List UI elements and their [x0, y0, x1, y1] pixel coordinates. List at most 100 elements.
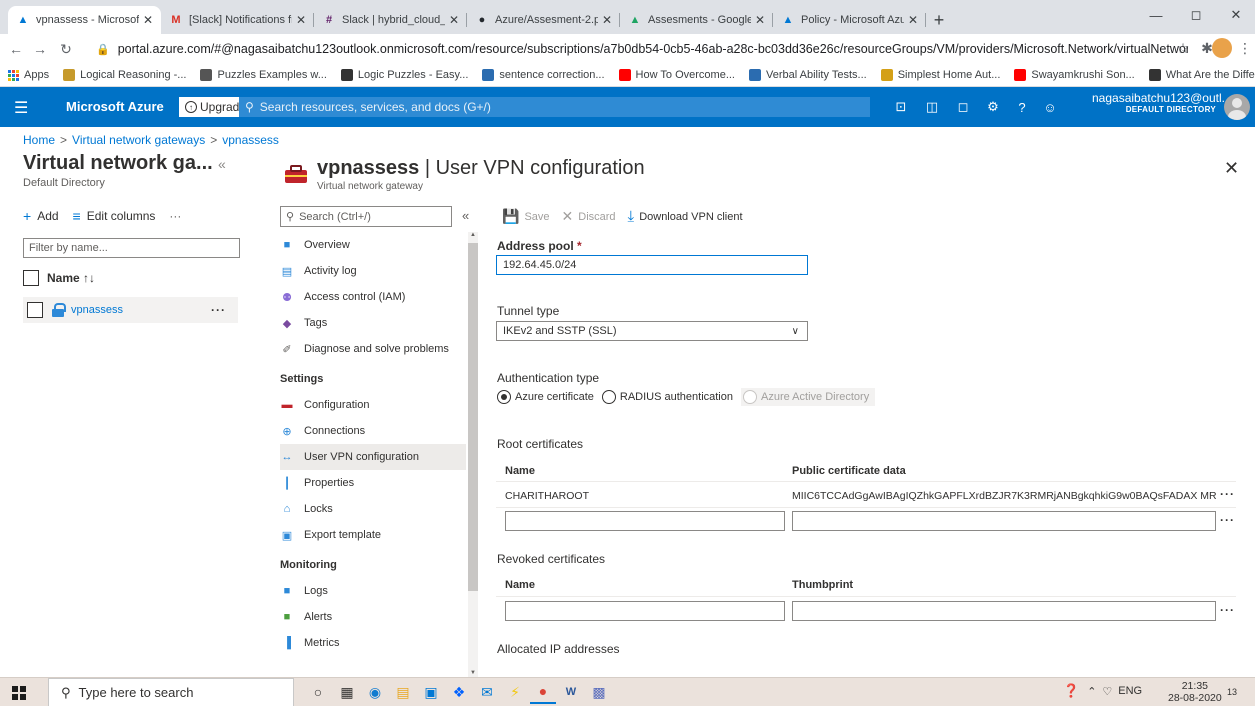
row-more-button[interactable]: ···: [211, 303, 226, 317]
auth-radio-azure-certificate[interactable]: Azure certificate: [497, 390, 594, 404]
profile-avatar[interactable]: [1212, 38, 1232, 58]
browser-tab[interactable]: ● Azure/Assesment-2.pdf at m ✕: [467, 6, 620, 34]
azure-brand[interactable]: Microsoft Azure: [66, 99, 164, 114]
menu-item-properties[interactable]: ┃ Properties: [280, 470, 466, 496]
taskbar-search-input[interactable]: ⚲ Type here to search: [48, 678, 294, 706]
row-checkbox[interactable]: [27, 302, 43, 318]
teams-icon[interactable]: ▩: [588, 682, 610, 702]
bookmark-item[interactable]: What Are the Differ...: [1148, 69, 1255, 81]
save-button[interactable]: 💾 Save: [502, 208, 550, 225]
discard-button[interactable]: ✕ Discard: [562, 208, 616, 225]
tab-close-icon[interactable]: ✕: [143, 13, 153, 27]
menu-search-input[interactable]: ⚲ Search (Ctrl+/): [280, 206, 452, 227]
edge-icon[interactable]: ◉: [364, 682, 386, 702]
bookmark-item[interactable]: Puzzles Examples w...: [200, 69, 327, 81]
download-vpn-client-button[interactable]: ⤓ Download VPN client: [628, 208, 743, 225]
forward-arrow-icon[interactable]: →: [28, 37, 52, 61]
task-view-icon[interactable]: ▦: [336, 682, 358, 702]
notifications-bell-icon[interactable]: ◻: [953, 97, 973, 117]
root-new-row-more-button[interactable]: ···: [1220, 513, 1235, 527]
menu-item-activity-log[interactable]: ▤ Activity log: [280, 258, 466, 284]
browser-tab[interactable]: ▲ Policy - Microsoft Azure ✕: [773, 6, 926, 34]
power-automate-icon[interactable]: ⚡: [504, 682, 526, 702]
back-arrow-icon[interactable]: ←: [4, 37, 28, 61]
menu-item-overview[interactable]: ■ Overview: [280, 232, 466, 258]
more-commands-button[interactable]: ···: [169, 209, 181, 223]
scroll-down-icon[interactable]: ▼: [470, 670, 476, 676]
menu-item-diagnose-and-solve-problems[interactable]: ✐ Diagnose and solve problems: [280, 336, 466, 362]
word-icon[interactable]: W: [560, 682, 582, 702]
bookmark-item[interactable]: Simplest Home Aut...: [880, 69, 1000, 81]
close-window-button[interactable]: ✕: [1218, 0, 1254, 30]
menu-item-alerts[interactable]: ■ Alerts: [280, 604, 466, 630]
collapse-blade-icon[interactable]: «: [218, 156, 226, 172]
avatar[interactable]: [1224, 94, 1250, 120]
notification-center-icon[interactable]: 13: [1227, 684, 1245, 700]
cortana-icon[interactable]: ○: [307, 682, 329, 702]
tab-close-icon[interactable]: ✕: [602, 13, 612, 27]
bookmark-item[interactable]: Logical Reasoning -...: [63, 69, 186, 81]
select-all-checkbox[interactable]: [23, 270, 39, 286]
directory-filter-icon[interactable]: ◫: [922, 97, 942, 117]
filter-by-name-input[interactable]: Filter by name...: [23, 238, 240, 258]
menu-item-tags[interactable]: ◆ Tags: [280, 310, 466, 336]
breadcrumb-vpnassess[interactable]: vpnassess: [222, 133, 279, 147]
menu-item-configuration[interactable]: ▬ Configuration: [280, 392, 466, 418]
tab-close-icon[interactable]: ✕: [908, 13, 918, 27]
menu-item-metrics[interactable]: ▐ Metrics: [280, 630, 466, 656]
mail-icon[interactable]: ✉: [476, 682, 498, 702]
browser-tab[interactable]: # Slack | hybrid_cloud_alchemy ✕: [314, 6, 467, 34]
minimize-button[interactable]: —: [1138, 0, 1174, 30]
root-new-data-input[interactable]: [792, 511, 1216, 531]
tab-close-icon[interactable]: ✕: [755, 13, 765, 27]
name-column-header[interactable]: Name ↑↓: [23, 270, 95, 286]
maximize-button[interactable]: ◻: [1178, 0, 1214, 30]
browser-tab[interactable]: ▲ vpnassess - Microsoft Azure ✕: [8, 6, 161, 34]
settings-gear-icon[interactable]: ⚙: [983, 97, 1003, 117]
store-icon[interactable]: ▣: [420, 682, 442, 702]
revoked-new-name-input[interactable]: [505, 601, 785, 621]
menu-scrollbar-thumb[interactable]: [468, 243, 478, 591]
list-item[interactable]: vpnassess ···: [23, 297, 238, 323]
reload-icon[interactable]: ↻: [54, 37, 78, 61]
menu-item-user-vpn-configuration[interactable]: ↔ User VPN configuration: [280, 444, 466, 470]
menu-item-connections[interactable]: ⊕ Connections: [280, 418, 466, 444]
collapse-menu-icon[interactable]: «: [462, 208, 469, 223]
revoked-new-thumbprint-input[interactable]: [792, 601, 1216, 621]
bookmark-star-icon[interactable]: ☆: [1172, 37, 1194, 59]
windows-start-icon[interactable]: [12, 686, 26, 700]
tab-close-icon[interactable]: ✕: [449, 13, 459, 27]
bookmark-item[interactable]: sentence correction...: [482, 69, 605, 81]
tunnel-type-select[interactable]: IKEv2 and SSTP (SSL) ∨: [496, 321, 808, 341]
close-icon[interactable]: ✕: [1224, 158, 1239, 179]
browser-tab[interactable]: M [Slack] Notifications from the ✕: [161, 6, 314, 34]
add-button[interactable]: + Add: [23, 208, 59, 224]
taskbar-clock[interactable]: 21:35 28-08-2020: [1168, 680, 1222, 704]
breadcrumb-home[interactable]: Home: [23, 133, 55, 147]
tab-close-icon[interactable]: ✕: [296, 13, 306, 27]
apps-bookmark[interactable]: Apps: [8, 69, 49, 81]
scroll-up-icon[interactable]: ▲: [470, 232, 476, 238]
bookmark-item[interactable]: Swayamkrushi Son...: [1014, 69, 1135, 81]
list-item-name[interactable]: vpnassess: [71, 304, 211, 316]
chrome-icon[interactable]: ●: [530, 680, 556, 704]
menu-item-logs[interactable]: ■ Logs: [280, 578, 466, 604]
bookmark-item[interactable]: How To Overcome...: [618, 69, 735, 81]
browser-menu-icon[interactable]: ⋮: [1234, 37, 1255, 59]
wifi-icon[interactable]: ♡: [1102, 685, 1112, 698]
feedback-smiley-icon[interactable]: ☺: [1040, 97, 1060, 117]
bookmark-item[interactable]: Verbal Ability Tests...: [749, 69, 867, 81]
account-info[interactable]: nagasaibatchu123@outl... DEFAULT DIRECTO…: [1092, 91, 1232, 114]
auth-radio-azure-ad[interactable]: Azure Active Directory: [741, 388, 876, 406]
bookmark-item[interactable]: Logic Puzzles - Easy...: [340, 69, 468, 81]
new-tab-button[interactable]: +: [926, 6, 952, 34]
file-explorer-icon[interactable]: ▤: [392, 682, 414, 702]
help-tray-icon[interactable]: ❓: [1063, 683, 1079, 699]
address-pool-input[interactable]: 192.64.45.0/24: [496, 255, 808, 275]
dropbox-icon[interactable]: ❖: [448, 682, 470, 702]
breadcrumb-vnet-gateways[interactable]: Virtual network gateways: [72, 133, 205, 147]
edit-columns-button[interactable]: ≡ Edit columns: [73, 208, 156, 224]
azure-search-input[interactable]: ⚲ Search resources, services, and docs (…: [239, 97, 870, 117]
address-bar[interactable]: 🔒 portal.azure.com/#@nagasaibatchu123out…: [88, 37, 1188, 61]
menu-item-export-template[interactable]: ▣ Export template: [280, 522, 466, 548]
